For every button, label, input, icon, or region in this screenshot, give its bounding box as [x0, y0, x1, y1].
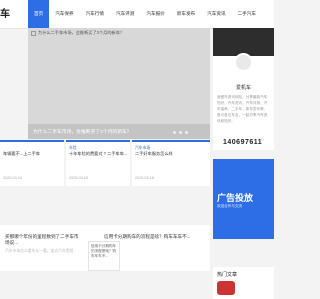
nav-item-review[interactable]: 汽车评测: [110, 0, 140, 28]
nav-item-news[interactable]: 汽车资讯: [201, 0, 231, 28]
sidebar: 爱机车 我爱车资讯网站，分享最新汽车知识，汽车资讯，汽车评测，汽车保养，二手车，…: [213, 28, 274, 299]
nav-item-home[interactable]: 首页: [28, 0, 50, 28]
article-thumbnail[interactable]: 信用卡分期购车的流程是啥？购车车车不...: [88, 241, 120, 271]
slider-dots: [173, 131, 188, 134]
profile-banner: [213, 28, 274, 56]
nav-item-used-car[interactable]: 二手汽车: [232, 0, 262, 28]
featured-cards: 车辆要不...上二手车 2025.03.24 车险 十年车险的费要对 ? 二手车…: [0, 140, 210, 186]
article-title[interactable]: 买那哪个年份的里程数到了二手车市场说...: [5, 234, 80, 246]
hero-slider[interactable]: 为什么二手车市场，会推断买了3个月的新车？ 为什么二手车市场，会推断买了3个月的…: [28, 28, 210, 139]
hero-caption[interactable]: 为什么二手车市场，会推断买了3个月的新车？: [33, 128, 132, 135]
avatar[interactable]: [234, 53, 253, 72]
nav-item-new-car[interactable]: 新车发布: [171, 0, 201, 28]
author-name: 爱机车: [235, 85, 251, 91]
header: 车 首页 汽车保养 汽车行情 汽车评测 汽车报价 新车发布 汽车资讯 二手汽车: [0, 0, 274, 29]
broken-image-icon: [31, 30, 36, 36]
section-title: 热门文章: [217, 272, 238, 278]
author-card: 爱机车 我爱车资讯网站，分享最新汽车知识，汽车资讯，汽车评测，汽车保养，二手车，…: [213, 28, 274, 150]
nav-item-price[interactable]: 汽车报价: [140, 0, 170, 28]
hot-articles: 热门文章: [213, 267, 274, 299]
featured-card[interactable]: 车辆要不...上二手车 2025.03.24: [0, 140, 64, 186]
article-thumbnail[interactable]: [217, 281, 235, 295]
article-list: 买那哪个年份的里程数到了二手车市场说... 汽车市场怎么看车从一看，加点汽车里程…: [0, 225, 210, 271]
slider-dot[interactable]: [179, 131, 182, 134]
main-nav: 首页 汽车保养 汽车行情 汽车评测 汽车报价 新车发布 汽车资讯 二手汽车: [28, 0, 262, 28]
article-excerpt: 汽车市场怎么看车从一看，加点汽车里程: [5, 249, 74, 253]
featured-card[interactable]: 汽车市场 二手好车服务怎么样 2025.03.16: [132, 140, 210, 186]
author-stat: 140697611: [223, 139, 263, 146]
nav-item-maintenance[interactable]: 汽车保养: [49, 0, 79, 28]
slider-dot[interactable]: [185, 131, 188, 134]
featured-card[interactable]: 车险 十年车险的费要对 ? 二手车车... 2025.03.18: [66, 140, 130, 186]
article-title[interactable]: 信用卡分期购车的流程是啥？购车车车不...: [104, 234, 191, 240]
site-logo[interactable]: 车: [0, 5, 10, 20]
hero-image-alt: 为什么二手车市场，会推断买了3个月的新车？: [31, 30, 124, 36]
author-description: 我爱车资讯网站，分享最新汽车知识，汽车资讯，汽车评测，汽车保养，二手车，新车发布…: [217, 95, 268, 123]
slider-dot[interactable]: [173, 131, 176, 134]
ad-banner[interactable]: 广告投放 欢迎合作与交流: [213, 159, 274, 239]
nav-item-market[interactable]: 汽车行情: [80, 0, 110, 28]
